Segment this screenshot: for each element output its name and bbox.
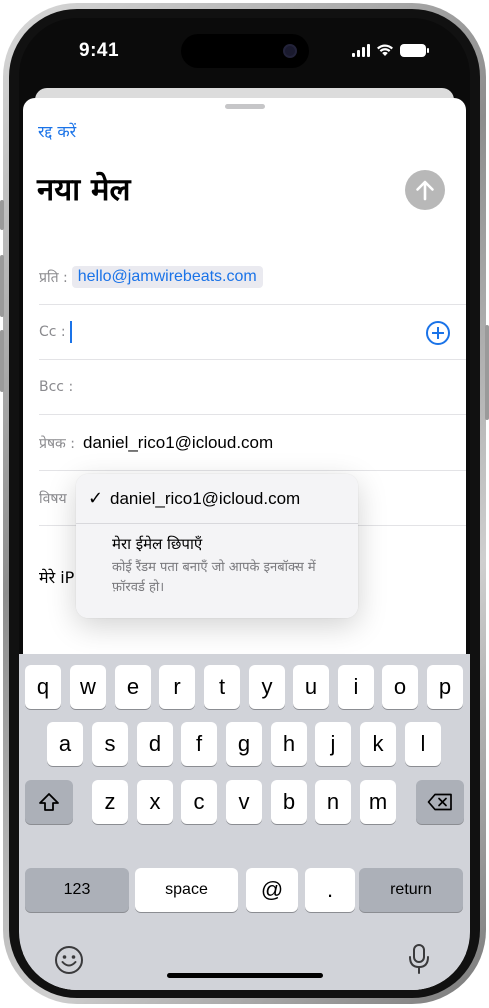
from-field[interactable]: प्रेषक : daniel_rico1@icloud.com <box>39 416 466 471</box>
page-title: नया मेल <box>37 172 131 208</box>
keyboard: q w e r t y u i o p a s d f g h j k l z … <box>19 654 470 990</box>
return-key[interactable]: return <box>359 868 463 912</box>
arrow-up-icon <box>416 180 434 201</box>
text-cursor <box>69 321 72 343</box>
checkmark-icon: ✓ <box>88 488 104 509</box>
hide-email-title: मेरा ईमेल छिपाएँ <box>112 535 203 553</box>
key-i[interactable]: i <box>338 665 374 709</box>
key-s[interactable]: s <box>92 722 128 766</box>
dictation-button[interactable] <box>401 940 437 978</box>
sheet-grabber[interactable] <box>225 104 265 109</box>
shift-icon <box>39 793 59 811</box>
volume-down-button <box>0 330 4 392</box>
key-q[interactable]: q <box>25 665 61 709</box>
status-bar: 9:41 <box>19 18 470 88</box>
key-f[interactable]: f <box>181 722 217 766</box>
key-y[interactable]: y <box>249 665 285 709</box>
cc-label: Cc : <box>39 324 66 340</box>
camera-icon <box>283 44 297 58</box>
delete-key[interactable] <box>416 780 464 824</box>
backspace-icon <box>427 793 452 811</box>
dynamic-island <box>181 34 309 68</box>
key-c[interactable]: c <box>181 780 217 824</box>
key-l[interactable]: l <box>405 722 441 766</box>
key-v[interactable]: v <box>226 780 262 824</box>
wifi-icon <box>377 44 393 56</box>
cancel-button[interactable]: रद्द करें <box>38 120 76 142</box>
key-e[interactable]: e <box>115 665 151 709</box>
screen: 9:41 रद्द करें नया मेल प्रति : hello@jam… <box>19 18 470 990</box>
plus-icon <box>432 327 444 339</box>
key-w[interactable]: w <box>70 665 106 709</box>
recipient-chip[interactable]: hello@jamwirebeats.com <box>71 266 263 288</box>
key-p[interactable]: p <box>427 665 463 709</box>
key-r[interactable]: r <box>159 665 195 709</box>
from-label: प्रेषक : <box>39 435 75 452</box>
menu-item-hide-my-email[interactable]: मेरा ईमेल छिपाएँ कोई रैंडम पता बनाएँ जो … <box>112 534 352 598</box>
action-button <box>0 200 4 230</box>
space-key[interactable]: space <box>135 868 238 912</box>
emoji-icon <box>55 946 83 974</box>
home-indicator[interactable] <box>167 973 323 978</box>
key-z[interactable]: z <box>92 780 128 824</box>
key-o[interactable]: o <box>382 665 418 709</box>
cellular-signal-icon <box>352 43 370 57</box>
from-address-menu: ✓ daniel_rico1@icloud.com मेरा ईमेल छिपा… <box>76 474 358 618</box>
volume-up-button <box>0 255 4 317</box>
key-h[interactable]: h <box>271 722 307 766</box>
emoji-button[interactable] <box>51 942 87 978</box>
shift-key[interactable] <box>25 780 73 824</box>
numbers-key[interactable]: 123 <box>25 868 129 912</box>
key-k[interactable]: k <box>360 722 396 766</box>
hide-email-description: कोई रैंडम पता बनाएँ जो आपके इनबॉक्स में … <box>112 560 316 595</box>
add-contact-button[interactable] <box>426 321 450 345</box>
at-key[interactable]: @ <box>246 868 298 912</box>
key-j[interactable]: j <box>315 722 351 766</box>
subject-label: विषय <box>39 490 67 507</box>
message-body[interactable]: मेरे iP <box>39 566 74 588</box>
key-b[interactable]: b <box>271 780 307 824</box>
microphone-icon <box>409 944 429 974</box>
menu-item-selected-email[interactable]: ✓ daniel_rico1@icloud.com <box>76 474 358 524</box>
cc-field[interactable]: Cc : <box>39 305 466 360</box>
menu-email-label: daniel_rico1@icloud.com <box>110 488 301 508</box>
dot-key[interactable]: . <box>305 868 355 912</box>
to-field[interactable]: प्रति : hello@jamwirebeats.com <box>39 250 466 305</box>
from-value[interactable]: daniel_rico1@icloud.com <box>83 433 273 453</box>
key-x[interactable]: x <box>137 780 173 824</box>
key-d[interactable]: d <box>137 722 173 766</box>
key-a[interactable]: a <box>47 722 83 766</box>
key-u[interactable]: u <box>293 665 329 709</box>
key-g[interactable]: g <box>226 722 262 766</box>
status-icons <box>352 42 429 58</box>
bcc-field[interactable]: Bcc : <box>39 360 466 415</box>
status-time: 9:41 <box>79 40 120 61</box>
key-m[interactable]: m <box>360 780 396 824</box>
battery-icon <box>400 43 429 57</box>
key-t[interactable]: t <box>204 665 240 709</box>
power-button <box>485 325 489 420</box>
key-n[interactable]: n <box>315 780 351 824</box>
to-label: प्रति : <box>39 269 68 286</box>
bcc-label: Bcc : <box>39 379 74 395</box>
send-button[interactable] <box>405 170 445 210</box>
